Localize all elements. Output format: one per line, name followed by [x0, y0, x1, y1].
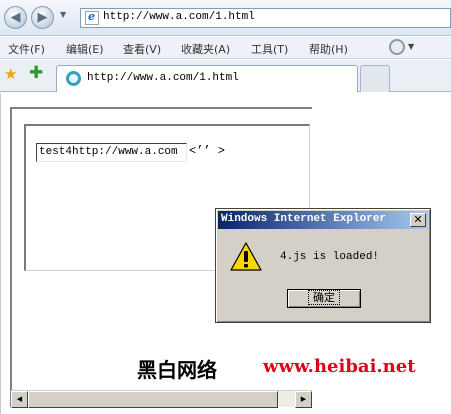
menu-edit[interactable]: 编辑(E)	[66, 41, 104, 57]
loading-icon	[66, 71, 81, 86]
tab-bar: ★ ✚ http://www.a.com/1.html	[0, 60, 451, 92]
tools-dropdown-icon[interactable]: ▼	[408, 42, 414, 51]
gear-icon[interactable]	[389, 39, 405, 55]
close-icon[interactable]: ✕	[410, 213, 426, 227]
history-dropdown-icon[interactable]: ▼	[60, 10, 66, 19]
horizontal-scrollbar[interactable]: ◀ ▶	[11, 390, 312, 408]
scroll-right-icon[interactable]: ▶	[295, 391, 312, 408]
warning-icon	[230, 242, 262, 271]
back-arrow-icon[interactable]: ◀	[4, 6, 27, 29]
dialog-titlebar[interactable]: Windows Internet Explorer ✕	[218, 211, 428, 229]
scroll-left-icon[interactable]: ◀	[11, 391, 28, 408]
ok-button[interactable]: 确定	[287, 289, 361, 308]
trailing-text: <’’ >	[189, 144, 226, 158]
new-tab-button[interactable]	[360, 65, 390, 92]
tab-current[interactable]: http://www.a.com/1.html	[56, 65, 358, 92]
text-input[interactable]: test4http://www.a.com	[36, 143, 187, 162]
dialog-message: 4.js is loaded!	[280, 251, 380, 263]
ok-button-label: 确定	[308, 290, 340, 305]
menu-file[interactable]: 文件(F)	[8, 41, 45, 57]
dialog-title: Windows Internet Explorer	[221, 213, 387, 225]
forward-arrow-icon[interactable]: ▶	[31, 6, 54, 29]
address-url[interactable]: http://www.a.com/1.html	[103, 11, 255, 23]
star-icon[interactable]: ★	[4, 65, 17, 83]
tab-title: http://www.a.com/1.html	[87, 72, 239, 84]
menu-tools[interactable]: 工具(T)	[251, 41, 288, 57]
menu-favorites[interactable]: 收藏夹(A)	[181, 41, 230, 57]
menu-bar: 文件(F) 编辑(E) 查看(V) 收藏夹(A) 工具(T) 帮助(H) ▼	[0, 37, 451, 59]
watermark-url: www.heibai.net	[263, 356, 416, 377]
watermark-brand: 黑白网络	[137, 358, 217, 382]
add-favorite-icon[interactable]: ✚	[29, 63, 43, 83]
watermark: 黑白网络 www.heibai.net	[130, 348, 420, 388]
alert-dialog: Windows Internet Explorer ✕ 4.js is load…	[215, 208, 431, 323]
menu-help[interactable]: 帮助(H)	[309, 41, 348, 57]
address-bar[interactable]: e http://www.a.com/1.html	[80, 8, 451, 28]
navigation-bar: ◀ ▶ ▼ e http://www.a.com/1.html	[0, 0, 451, 36]
page-icon: e	[85, 10, 99, 25]
menu-view[interactable]: 查看(V)	[123, 41, 161, 57]
scrollbar-thumb[interactable]	[28, 391, 278, 408]
